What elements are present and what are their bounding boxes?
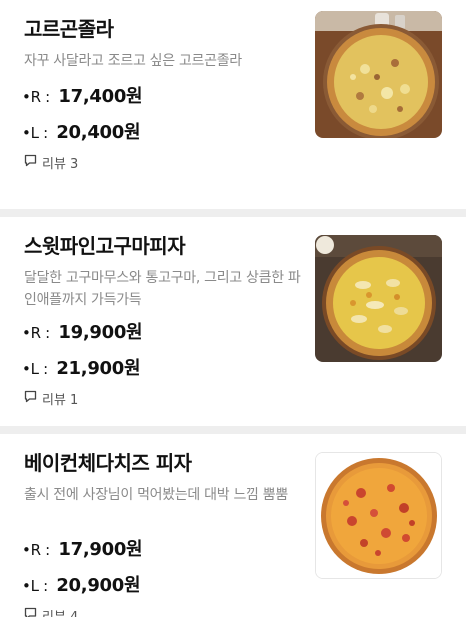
- price-size-label: •L :: [22, 124, 53, 142]
- price-large: •L : 20,400원: [22, 118, 141, 144]
- sweet-potato-pineapple-pizza-image: [315, 235, 442, 362]
- price-size-label: •R :: [22, 541, 55, 559]
- price-regular: •R : 19,900원: [22, 318, 143, 344]
- menu-item-sweet-potato[interactable]: 스윗파인고구마피자 달달한 고구마무스와 통고구마, 그리고 상큼한 파인애플까…: [0, 217, 466, 426]
- review-link[interactable]: 리뷰 3: [24, 153, 78, 172]
- price-size-label: •R :: [22, 88, 55, 106]
- speech-bubble-icon: [24, 154, 37, 171]
- speech-bubble-icon: [24, 607, 37, 617]
- menu-list: 고르곤졸라 자꾸 사달라고 조르고 싶은 고르곤졸라 •R : 17,400원 …: [0, 0, 466, 617]
- menu-item-name: 스윗파인고구마피자: [24, 234, 186, 258]
- menu-item-description: 자꾸 사달라고 조르고 싶은 고르곤졸라: [24, 53, 242, 69]
- menu-item-description: 달달한 고구마무스와 통고구마, 그리고 상큼한 파인애플까지 가득가득: [24, 270, 301, 308]
- price-amount: 19,900원: [58, 322, 143, 343]
- price-large: •L : 20,900원: [22, 571, 141, 597]
- price-amount: 20,900원: [56, 575, 141, 596]
- price-regular: •R : 17,400원: [22, 82, 143, 108]
- menu-item-gorgonzola[interactable]: 고르곤졸라 자꾸 사달라고 조르고 싶은 고르곤졸라 •R : 17,400원 …: [0, 0, 466, 209]
- bacon-cheddar-pizza-image: [315, 452, 442, 579]
- review-link[interactable]: 리뷰 4: [24, 606, 78, 617]
- price-size-label: •R :: [22, 324, 55, 342]
- price-amount: 20,400원: [56, 122, 141, 143]
- price-amount: 17,900원: [58, 539, 143, 560]
- review-link[interactable]: 리뷰 1: [24, 389, 78, 408]
- review-count: 리뷰 4: [42, 606, 78, 617]
- review-count: 리뷰 3: [42, 157, 79, 172]
- menu-item-name: 베이컨체다치즈 피자: [24, 451, 192, 475]
- menu-item-description: 출시 전에 사장님이 먹어봤는데 대박 느낌 뿜뿜: [24, 487, 288, 503]
- price-regular: •R : 17,900원: [22, 535, 143, 561]
- price-size-label: •L :: [22, 577, 53, 595]
- menu-item-name: 고르곤졸라: [24, 17, 114, 41]
- speech-bubble-icon: [24, 390, 37, 407]
- price-size-label: •L :: [22, 360, 53, 378]
- price-large: •L : 21,900원: [22, 354, 141, 380]
- menu-item-bacon-cheddar[interactable]: 베이컨체다치즈 피자 출시 전에 사장님이 먹어봤는데 대박 느낌 뿜뿜 •R …: [0, 434, 466, 617]
- review-count: 리뷰 1: [42, 393, 79, 408]
- gorgonzola-pizza-image: [315, 11, 442, 138]
- price-amount: 17,400원: [58, 86, 143, 107]
- price-amount: 21,900원: [56, 358, 141, 379]
